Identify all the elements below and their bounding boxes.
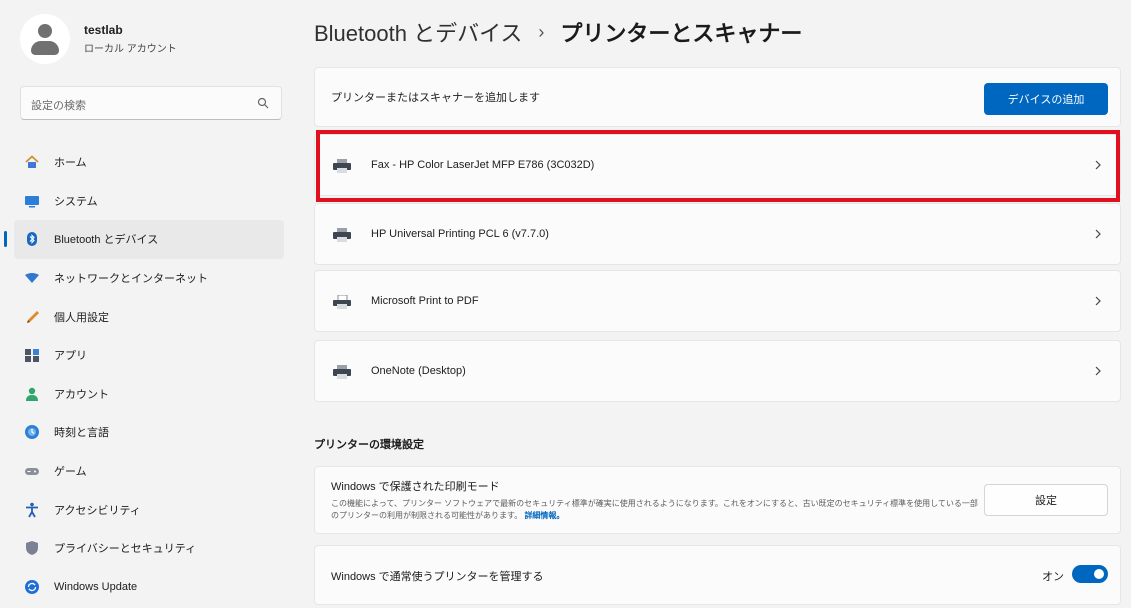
account-icon xyxy=(24,386,40,402)
breadcrumb-parent[interactable]: Bluetooth とデバイス xyxy=(314,16,522,48)
system-icon xyxy=(24,193,40,209)
breadcrumb-separator: › xyxy=(538,21,545,42)
printer-name: HP Universal Printing PCL 6 (v7.7.0) xyxy=(371,228,549,240)
nav-label: アカウント xyxy=(54,388,109,401)
nav-item-time-language[interactable]: 時刻と言語 xyxy=(14,413,284,452)
nav-label: プライバシーとセキュリティ xyxy=(54,543,197,556)
nav-label: ネットワークとインターネット xyxy=(54,273,208,286)
gaming-icon xyxy=(24,463,40,479)
add-printer-label: プリンターまたはスキャナーを追加します xyxy=(331,92,540,104)
printer-name: OneNote (Desktop) xyxy=(371,365,466,377)
windows-update-icon xyxy=(24,579,40,595)
toggle-knob xyxy=(1094,569,1104,579)
printer-icon xyxy=(333,228,351,242)
pdf-printer-icon xyxy=(333,295,351,309)
home-icon xyxy=(24,154,40,170)
nav-item-home[interactable]: ホーム xyxy=(14,143,284,182)
nav-label: ゲーム xyxy=(54,466,87,479)
bluetooth-icon xyxy=(24,231,40,247)
user-profile[interactable]: testlab ローカル アカウント xyxy=(20,14,177,64)
nav-label: Bluetooth とデバイス xyxy=(54,234,159,247)
nav-item-personalization[interactable]: 個人用設定 xyxy=(14,297,284,336)
manage-default-printer-card: Windows で通常使うプリンターを管理する オン xyxy=(314,545,1121,605)
nav-item-network[interactable]: ネットワークとインターネット xyxy=(14,259,284,298)
nav-list: ホーム システム Bluetooth とデバイス ネットワークとインターネット … xyxy=(4,143,284,607)
printer-icon xyxy=(333,365,351,379)
protected-print-mode-description: この機能によって、プリンター ソフトウェアで最新のセキュリティ標準が確実に使用さ… xyxy=(331,498,981,522)
printer-item-hp-universal[interactable]: HP Universal Printing PCL 6 (v7.7.0) xyxy=(314,203,1121,265)
nav-label: アクセシビリティ xyxy=(54,504,141,517)
nav-label: アプリ xyxy=(54,350,87,363)
breadcrumb: Bluetooth とデバイス › プリンターとスキャナー xyxy=(314,16,802,48)
accessibility-icon xyxy=(24,502,40,518)
nav-label: システム xyxy=(54,195,98,208)
nav-item-system[interactable]: システム xyxy=(14,182,284,221)
printer-item-microsoft-pdf[interactable]: Microsoft Print to PDF xyxy=(314,270,1121,332)
nav-label: ホーム xyxy=(54,157,87,170)
nav-item-apps[interactable]: アプリ xyxy=(14,336,284,375)
protected-print-mode-title: Windows で保護された印刷モード xyxy=(331,481,500,493)
nav-label: Windows Update xyxy=(54,580,138,593)
manage-default-printer-label: Windows で通常使うプリンターを管理する xyxy=(331,571,544,583)
toggle-state-label: オン xyxy=(1042,571,1064,583)
profile-account-type: ローカル アカウント xyxy=(84,44,177,55)
highlight-box xyxy=(316,130,1120,202)
manage-default-printer-toggle[interactable] xyxy=(1072,565,1108,583)
add-printer-card: プリンターまたはスキャナーを追加します デバイスの追加 xyxy=(314,67,1121,127)
printer-name: Microsoft Print to PDF xyxy=(371,295,479,307)
chevron-right-icon xyxy=(1095,296,1101,306)
protected-print-mode-card: Windows で保護された印刷モード この機能によって、プリンター ソフトウェ… xyxy=(314,466,1121,534)
add-device-button[interactable]: デバイスの追加 xyxy=(984,83,1108,115)
search-placeholder: 設定の検索 xyxy=(31,100,86,112)
nav-item-gaming[interactable]: ゲーム xyxy=(14,452,284,491)
time-language-icon xyxy=(24,424,40,440)
nav-item-bluetooth[interactable]: Bluetooth とデバイス xyxy=(4,220,284,259)
apps-icon xyxy=(24,347,40,363)
profile-name: testlab xyxy=(84,23,123,37)
search-input[interactable]: 設定の検索 xyxy=(20,86,282,120)
printer-item-onenote[interactable]: OneNote (Desktop) xyxy=(314,340,1121,402)
chevron-right-icon xyxy=(1095,366,1101,376)
nav-label: 個人用設定 xyxy=(54,311,109,324)
chevron-right-icon xyxy=(1095,229,1101,239)
sidebar: testlab ローカル アカウント 設定の検索 ホーム システム Blueto… xyxy=(0,0,300,608)
description-text: この機能によって、プリンター ソフトウェアで最新のセキュリティ標準が確実に使用さ… xyxy=(331,499,978,520)
section-title-printer-preferences: プリンターの環境設定 xyxy=(314,439,424,451)
nav-item-accounts[interactable]: アカウント xyxy=(14,375,284,414)
nav-item-accessibility[interactable]: アクセシビリティ xyxy=(14,490,284,529)
nav-item-privacy[interactable]: プライバシーとセキュリティ xyxy=(14,529,284,568)
learn-more-link[interactable]: 詳細情報。 xyxy=(524,511,564,520)
protected-mode-settings-button[interactable]: 設定 xyxy=(984,484,1108,516)
network-icon xyxy=(24,270,40,286)
privacy-shield-icon xyxy=(24,540,40,556)
nav-item-windows-update[interactable]: Windows Update xyxy=(14,568,284,607)
search-icon xyxy=(257,97,269,109)
personalization-icon xyxy=(24,309,40,325)
avatar xyxy=(20,14,70,64)
profile-text: testlab ローカル アカウント xyxy=(84,23,177,55)
page-title: プリンターとスキャナー xyxy=(560,21,803,46)
nav-label: 時刻と言語 xyxy=(54,427,109,440)
